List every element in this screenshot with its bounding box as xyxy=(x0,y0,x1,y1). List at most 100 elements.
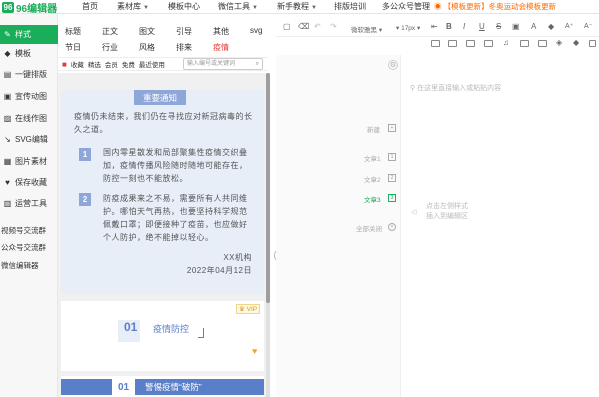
sidebar-item-image[interactable]: ▦ 图片素材 xyxy=(0,152,58,171)
sidebar-item-onekey[interactable]: ▤ 一键排版 xyxy=(0,65,58,84)
template-search-input[interactable]: 输入编号或关键词 ⌕ xyxy=(183,58,263,70)
sidebar-item-label: 宣传动图 xyxy=(15,92,47,101)
font-size-down-icon[interactable]: A⁻ xyxy=(584,22,592,30)
cat-imagetext[interactable]: 图文 xyxy=(139,26,155,37)
code-icon[interactable]: ◈ xyxy=(556,38,562,47)
bold-icon[interactable]: B xyxy=(446,22,452,31)
caret-down-icon: ▼ xyxy=(311,5,317,11)
search-icon[interactable]: ⌕ xyxy=(256,59,259,69)
card-title: 警惕疫情“破防” xyxy=(145,382,202,392)
article-3-label[interactable]: 文章3 xyxy=(364,194,381,204)
format-painter-icon[interactable]: ▢ xyxy=(283,22,291,31)
svg-icon: ↘ xyxy=(4,135,11,144)
clear-format-icon[interactable]: ⌫ xyxy=(298,22,309,31)
nav-multi-account[interactable]: 多公众号管理 xyxy=(382,1,430,12)
sidebar-item-template[interactable]: ◆ 模板 xyxy=(0,44,58,63)
notice-item-2: 防疫成果来之不易，需要所有人共同维护。哪怕天气再热，也要坚持科学规范佩戴口罩；即… xyxy=(103,194,248,242)
filter-featured[interactable]: 精选 xyxy=(88,59,101,69)
sidebar-item-wx-editor[interactable]: 微信编辑器 xyxy=(0,256,58,275)
cat-industry[interactable]: 行业 xyxy=(102,42,118,53)
notice-title: 重要通知 xyxy=(134,90,186,105)
sidebar-item-svg[interactable]: ↘ SVG编辑 xyxy=(0,130,58,149)
close-all-label[interactable]: 全部关闭 xyxy=(356,223,382,233)
nav-tutorial-label: 新手教程 xyxy=(277,2,309,11)
cat-title[interactable]: 标题 xyxy=(65,26,81,37)
new-article-label[interactable]: 新建 xyxy=(367,124,380,134)
heart-favorite-icon[interactable]: ♥ xyxy=(252,346,257,356)
cat-style[interactable]: 风格 xyxy=(139,42,155,53)
cat-other[interactable]: 其他 xyxy=(213,26,229,37)
template-scrollbar-thumb[interactable] xyxy=(266,73,270,303)
increase-indent-icon[interactable]: ⇤ xyxy=(431,22,438,31)
font-family-select[interactable]: 微软雅黑 ▾ xyxy=(351,24,382,34)
font-color-icon[interactable]: A xyxy=(531,22,536,31)
app-logo[interactable]: 96 96编辑器 xyxy=(2,0,57,15)
more-icon[interactable] xyxy=(589,40,596,47)
redo-icon[interactable]: ↷ xyxy=(330,22,337,31)
nav-training[interactable]: 排版培训 xyxy=(334,1,366,12)
filter-recent[interactable]: 最近使用 xyxy=(139,59,165,69)
music-icon[interactable]: ♫ xyxy=(503,38,509,47)
nav-home[interactable]: 首页 xyxy=(82,1,98,12)
article-3-icon[interactable]: 3 xyxy=(388,194,396,202)
nav-wechat-tools[interactable]: 微信工具 ▼ xyxy=(218,1,258,12)
new-article-icon[interactable]: + xyxy=(388,124,396,132)
font-size-up-icon[interactable]: A⁺ xyxy=(565,22,573,30)
italic-icon[interactable]: I xyxy=(463,22,465,31)
sidebar-item-online-draw[interactable]: ▨ 在线作图 xyxy=(0,109,58,128)
sidebar-item-label: 微信编辑器 xyxy=(1,261,39,270)
diamond-icon: ◆ xyxy=(4,49,11,58)
border-icon[interactable]: ▣ xyxy=(512,22,520,31)
vip-badge-label: VIP xyxy=(246,306,258,313)
cat-body[interactable]: 正文 xyxy=(102,26,118,37)
notice-org: XX机构 xyxy=(223,253,252,262)
template-card-prevention[interactable] xyxy=(61,301,264,371)
undo-icon[interactable]: ↶ xyxy=(314,22,321,31)
image-insert-icon[interactable] xyxy=(448,40,457,47)
sidebar-item-favorites[interactable]: ♥ 保存收藏 xyxy=(0,173,58,192)
crown-icon: ♛ xyxy=(239,306,245,313)
close-all-icon[interactable]: × xyxy=(388,223,396,231)
strikethrough-icon[interactable]: S xyxy=(496,22,501,31)
article-1-icon[interactable]: 1 xyxy=(388,153,396,161)
cat-guide[interactable]: 引导 xyxy=(176,26,192,37)
filter-free[interactable]: 免费 xyxy=(122,59,135,69)
article-2-icon[interactable]: 2 xyxy=(388,174,396,182)
sidebar-item-label: 图片素材 xyxy=(15,157,47,166)
sidebar-item-style[interactable]: ✎ 样式 xyxy=(0,25,58,44)
tag-icon[interactable]: ◆ xyxy=(573,38,579,47)
article-1-label[interactable]: 文章1 xyxy=(364,153,381,163)
editor-canvas[interactable] xyxy=(400,55,599,397)
editor-hint-line1: 点击左侧样式 xyxy=(426,203,468,210)
promo-link[interactable]: ◉ 【模板更新】冬奥运动会模板更新 xyxy=(434,1,556,12)
article-2-label[interactable]: 文章2 xyxy=(364,174,381,184)
table-icon[interactable] xyxy=(431,40,440,47)
card-number: 01 xyxy=(124,320,138,334)
sidebar-item-label: 公众号交流群 xyxy=(1,243,46,252)
cat-svg[interactable]: svg xyxy=(250,26,262,35)
video-icon[interactable] xyxy=(484,40,493,47)
filter-favorites[interactable]: 收藏 xyxy=(71,59,84,69)
cat-festival[interactable]: 节日 xyxy=(65,42,81,53)
cat-epidemic[interactable]: 疫情 xyxy=(213,42,229,53)
nav-templates[interactable]: 模板中心 xyxy=(168,1,200,12)
cat-layout[interactable]: 排来 xyxy=(176,42,192,53)
sidebar-item-label: 样式 xyxy=(15,30,31,39)
underline-icon[interactable]: U xyxy=(479,22,485,31)
nav-material[interactable]: 素材库 ▼ xyxy=(117,1,149,12)
grid-icon: ■ xyxy=(62,59,67,69)
emoji-icon[interactable] xyxy=(520,40,529,47)
settings-icon[interactable]: ⚙ xyxy=(388,60,398,70)
sidebar-item-ops-tools[interactable]: ▥ 运营工具 xyxy=(0,194,58,213)
font-size-select[interactable]: ▾ 17px ▾ xyxy=(396,24,420,32)
gallery-icon[interactable] xyxy=(466,40,475,47)
link-icon[interactable] xyxy=(538,40,547,47)
bg-color-icon[interactable]: ◆ xyxy=(548,22,554,31)
sidebar-item-mp-group[interactable]: 公众号交流群 xyxy=(0,238,58,257)
filter-vip[interactable]: 会员 xyxy=(105,59,118,69)
gif-icon: ▣ xyxy=(3,92,12,101)
image-icon: ▦ xyxy=(3,157,12,166)
editor-placeholder-text: 在这里直接输入或粘贴内容 xyxy=(417,85,502,92)
sidebar-item-gif[interactable]: ▣ 宣传动图 xyxy=(0,87,58,106)
nav-tutorial[interactable]: 新手教程 ▼ xyxy=(277,1,317,12)
